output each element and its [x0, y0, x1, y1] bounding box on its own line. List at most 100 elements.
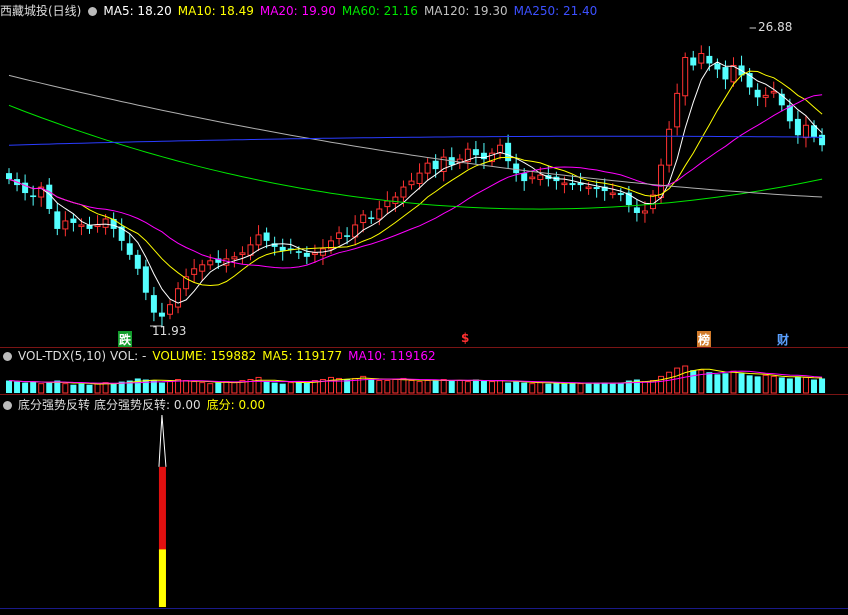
settings-dot-icon[interactable] — [3, 401, 12, 410]
marker-die[interactable]: 跌 — [118, 331, 133, 348]
volume-bar-up — [489, 381, 495, 394]
volume-bar-up — [577, 383, 584, 394]
candle-body-down — [126, 243, 133, 255]
candle-body-down — [505, 142, 512, 162]
candle-body-up — [416, 172, 423, 184]
volume-bar-up — [456, 380, 463, 394]
candle-body-down — [690, 57, 697, 66]
candle-body-up — [650, 194, 656, 210]
volume-bar-down — [746, 375, 753, 393]
volume-bar-down — [617, 382, 624, 393]
candle-body-up — [529, 176, 536, 180]
marker-dollar[interactable]: $ — [461, 331, 469, 345]
candle-body-up — [175, 288, 182, 308]
indicator-spike-line — [158, 414, 167, 467]
volume-bar-down — [263, 381, 270, 393]
candle-body-down — [617, 193, 624, 196]
volume-bar-down — [609, 383, 616, 393]
candle-body-down — [279, 246, 286, 251]
vol-readout: VOL: - — [110, 349, 147, 363]
candle-body-down — [54, 211, 61, 229]
volume-bar-up — [223, 381, 230, 394]
candle-body-up — [537, 174, 544, 180]
candle-body-down — [344, 235, 351, 237]
candle-body-down — [794, 118, 801, 136]
vol-indicator-name[interactable]: VOL-TDX(5,10) — [18, 349, 106, 363]
candle-body-down — [70, 218, 77, 223]
volume-bar-up — [62, 383, 69, 394]
candle-body-down — [6, 173, 12, 180]
volume-header: VOL-TDX(5,10) VOL: - VOLUME: 159882 MA5: 11… — [0, 347, 442, 365]
volume-bar-down — [706, 372, 713, 393]
candle-body-down — [368, 217, 375, 219]
volume-bar-down — [601, 382, 608, 393]
volume-bar-down — [86, 384, 93, 393]
candle-body-up — [674, 92, 681, 128]
volume-bar-down — [14, 381, 21, 393]
indicator-value-readout: 底分强势反转: 0.00 — [94, 398, 201, 412]
candle-body-down — [480, 152, 487, 160]
pane-divider-volume[interactable] — [0, 394, 848, 395]
candle-body-down — [819, 134, 826, 146]
vol-ma5-readout: MA5: 119177 — [262, 349, 343, 363]
volume-bar-up — [641, 381, 648, 394]
candle-body-up — [199, 264, 206, 272]
candle-body-down — [722, 67, 729, 80]
volume-bar-down — [513, 381, 520, 393]
candle-body-up — [102, 218, 109, 228]
marker-bang[interactable]: 榜 — [697, 331, 712, 348]
candle-body-up — [239, 252, 246, 255]
candle-body-up — [207, 260, 214, 266]
candle-body-down — [158, 312, 165, 317]
volume-bar-up — [183, 380, 190, 394]
volume-bar-down — [142, 379, 149, 393]
volume-bar-down — [70, 384, 77, 393]
volume-bar-up — [666, 371, 673, 394]
volume-bar-up — [682, 365, 689, 394]
volume-bar-up — [730, 370, 737, 394]
candle-body-up — [400, 186, 407, 198]
candle-body-up — [62, 220, 69, 230]
kline-chart-canvas[interactable] — [0, 0, 848, 615]
low-price-label: 11.93 — [152, 324, 187, 338]
candle-body-up — [376, 208, 383, 220]
volume-bar-down — [303, 382, 310, 393]
candle-body-up — [585, 186, 592, 190]
indicator-name[interactable]: 底分强势反转 — [18, 398, 90, 412]
volume-bar-up — [408, 380, 415, 394]
marker-cai[interactable]: 财 — [777, 331, 789, 348]
ma60-line — [8, 104, 823, 210]
volume-bar-up — [497, 380, 504, 394]
volume-bar-down — [448, 380, 455, 393]
volume-bar-down — [545, 383, 552, 393]
volume-bar-down — [561, 383, 568, 393]
volume-bar-up — [770, 375, 777, 394]
volume-bar-down — [521, 382, 528, 393]
volume-bar-down — [690, 370, 697, 393]
volume-bar-down — [271, 382, 278, 393]
volume-bar-up — [255, 376, 262, 394]
candle-body-down — [30, 195, 37, 198]
volume-bar-down — [585, 383, 592, 393]
ma5-line — [8, 61, 823, 304]
high-price-label: 26.88 — [758, 20, 793, 34]
candle-body-up — [392, 196, 399, 204]
volume-bar-up — [94, 383, 101, 394]
candle-body-down — [432, 160, 439, 170]
volume-bar-up — [231, 382, 238, 394]
candle-body-down — [714, 63, 721, 70]
volume-bar-up — [392, 379, 399, 394]
volume-bar-down — [569, 382, 576, 393]
candle-body-up — [666, 128, 673, 166]
volume-bar-up — [38, 383, 45, 394]
settings-dot-icon[interactable] — [3, 352, 12, 361]
candle-body-down — [593, 187, 600, 190]
volume-bar-down — [295, 381, 302, 393]
candle-body-up — [698, 53, 705, 64]
volume-bar-down — [794, 376, 801, 393]
volume-bar-down — [368, 379, 375, 393]
volume-bar-down — [714, 374, 721, 393]
candle-body-down — [150, 295, 157, 313]
volume-bar-up — [674, 367, 681, 394]
volume-bar-down — [819, 378, 826, 393]
